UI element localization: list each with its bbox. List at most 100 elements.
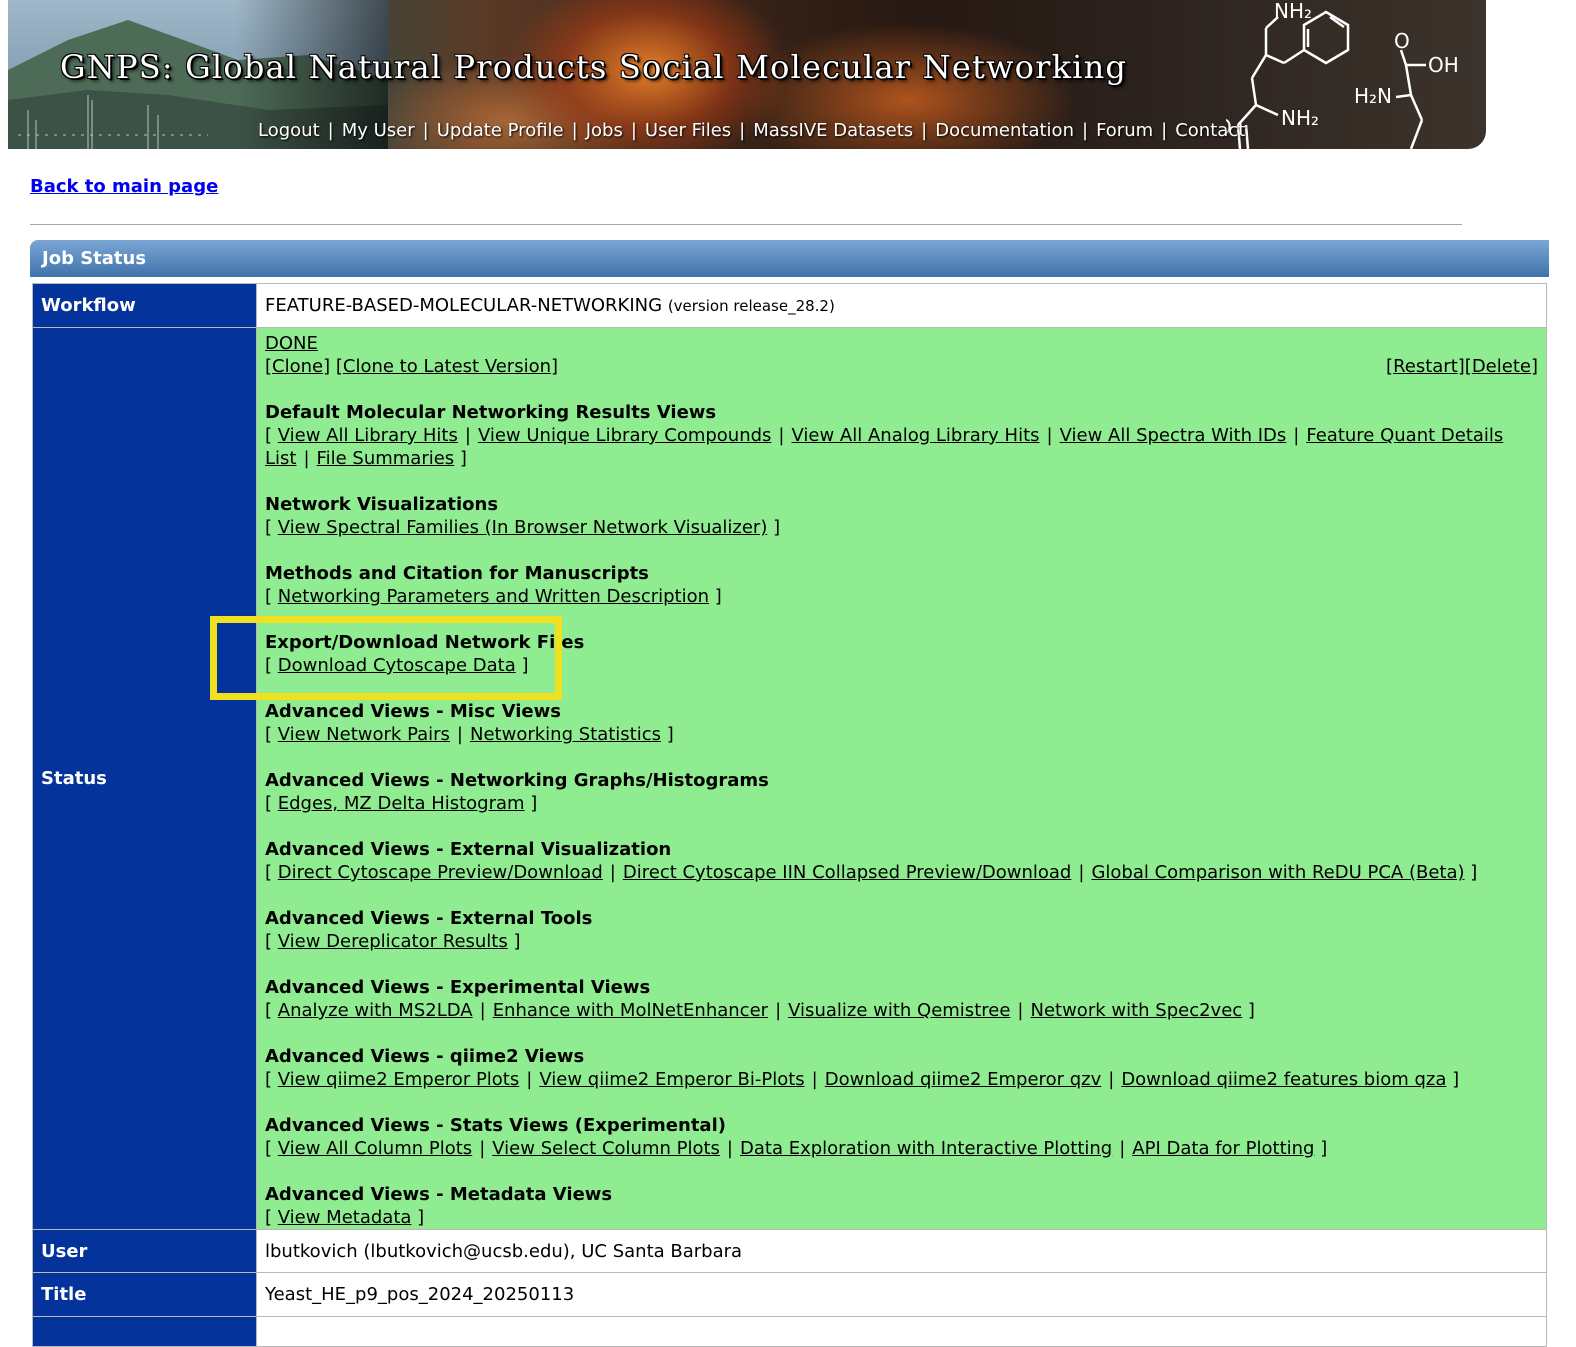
section-heading: Advanced Views - Stats Views (Experiment… xyxy=(265,1115,726,1136)
nav-my-user[interactable]: My User xyxy=(342,120,415,141)
clone-link[interactable]: Clone xyxy=(272,356,323,377)
section-link[interactable]: View qiime2 Emperor Bi-Plots xyxy=(539,1069,804,1090)
section-link[interactable]: Download qiime2 Emperor qzv xyxy=(825,1069,1101,1090)
oh-label: OH xyxy=(1428,53,1459,77)
section-heading: Advanced Views - External Visualization xyxy=(265,839,672,860)
section-link[interactable]: View Select Column Plots xyxy=(492,1138,720,1159)
section-link[interactable]: View All Library Hits xyxy=(278,425,458,446)
section-link[interactable]: View Metadata xyxy=(278,1207,412,1228)
section-link[interactable]: Enhance with MolNetEnhancer xyxy=(493,1000,768,1021)
user-row: User lbutkovich (lbutkovich@ucsb.edu), U… xyxy=(32,1229,1547,1273)
link-separator: | xyxy=(456,724,463,745)
section-link[interactable]: Global Comparison with ReDU PCA (Beta) xyxy=(1091,862,1464,883)
section-link[interactable]: View Network Pairs xyxy=(278,724,450,745)
section-link[interactable]: Download qiime2 features biom qza xyxy=(1121,1069,1446,1090)
nav-logout[interactable]: Logout xyxy=(258,120,320,141)
section-link[interactable]: Visualize with Qemistree xyxy=(788,1000,1010,1021)
clone-latest-link[interactable]: Clone to Latest Version xyxy=(343,356,551,377)
section-link[interactable]: Data Exploration with Interactive Plotti… xyxy=(740,1138,1112,1159)
nav-documentation[interactable]: Documentation xyxy=(935,120,1074,141)
done-status-link[interactable]: DONE xyxy=(265,333,318,354)
link-separator: | xyxy=(778,425,785,446)
link-separator: | xyxy=(1293,425,1300,446)
workflow-version: (version release_28.2) xyxy=(667,297,835,315)
section-link[interactable]: View All Column Plots xyxy=(278,1138,472,1159)
results-section: Default Molecular Networking Results Vie… xyxy=(265,401,1538,470)
highlight-annotation-box xyxy=(210,616,562,700)
nav-jobs[interactable]: Jobs xyxy=(586,120,623,141)
results-section: Advanced Views - Networking Graphs/Histo… xyxy=(265,769,1538,815)
results-section: Advanced Views - Metadata Views[ View Me… xyxy=(265,1183,1538,1229)
section-link[interactable]: View Dereplicator Results xyxy=(278,931,508,952)
section-links: [ View Dereplicator Results ] xyxy=(265,931,521,952)
link-separator: | xyxy=(479,1000,486,1021)
section-link[interactable]: View All Spectra With IDs xyxy=(1060,425,1287,446)
job-actions: [Restart][Delete] [Clone] [Clone to Late… xyxy=(265,356,1538,377)
nh2-label-2: NH₂ xyxy=(1281,106,1319,130)
section-link[interactable]: File Summaries xyxy=(317,448,455,469)
section-link[interactable]: Edges, MZ Delta Histogram xyxy=(278,793,525,814)
section-link[interactable]: Direct Cytoscape IIN Collapsed Preview/D… xyxy=(623,862,1071,883)
section-links: [ View Metadata ] xyxy=(265,1207,425,1228)
section-link[interactable]: View Unique Library Compounds xyxy=(478,425,771,446)
nav-separator: | xyxy=(1081,120,1089,141)
workflow-value-cell: FEATURE-BASED-MOLECULAR-NETWORKING (vers… xyxy=(256,283,1547,328)
section-link[interactable]: View Spectral Families (In Browser Netwo… xyxy=(278,517,768,538)
title-value: Yeast_HE_p9_pos_2024_20250113 xyxy=(256,1272,1547,1317)
link-separator: | xyxy=(1017,1000,1024,1021)
nav-forum[interactable]: Forum xyxy=(1096,120,1153,141)
section-link[interactable]: Analyze with MS2LDA xyxy=(278,1000,473,1021)
results-section: Advanced Views - Experimental Views[ Ana… xyxy=(265,976,1538,1022)
job-status-table: Workflow FEATURE-BASED-MOLECULAR-NETWORK… xyxy=(32,283,1547,1347)
delete-link[interactable]: Delete xyxy=(1472,356,1531,377)
title-label: Title xyxy=(32,1272,257,1317)
molecule-structure-graphic: NH₂ O OH H₂N NH₂ HO xyxy=(1226,0,1459,149)
link-separator: | xyxy=(479,1138,486,1159)
section-link[interactable]: Direct Cytoscape Preview/Download xyxy=(278,862,603,883)
nav-contact[interactable]: Contact xyxy=(1175,120,1245,141)
section-links: [ View Spectral Families (In Browser Net… xyxy=(265,517,781,538)
section-link[interactable]: View qiime2 Emperor Plots xyxy=(278,1069,520,1090)
section-heading: Advanced Views - Experimental Views xyxy=(265,977,651,998)
nav-update-profile[interactable]: Update Profile xyxy=(437,120,564,141)
nh2-label: NH₂ xyxy=(1274,0,1312,23)
section-link[interactable]: Networking Statistics xyxy=(470,724,661,745)
gnps-banner: NH₂ O OH H₂N NH₂ HO GNPS: Global Natural… xyxy=(8,0,1486,149)
section-heading: Advanced Views - Misc Views xyxy=(265,701,561,722)
section-heading: Default Molecular Networking Results Vie… xyxy=(265,402,717,423)
link-separator: | xyxy=(1078,862,1085,883)
oxygen-label: O xyxy=(1394,29,1410,53)
section-links: [ Edges, MZ Delta Histogram ] xyxy=(265,793,538,814)
nav-user-files[interactable]: User Files xyxy=(645,120,731,141)
results-section: Advanced Views - External Visualization[… xyxy=(265,838,1538,884)
workflow-row: Workflow FEATURE-BASED-MOLECULAR-NETWORK… xyxy=(32,283,1547,328)
section-heading: Advanced Views - Networking Graphs/Histo… xyxy=(265,770,769,791)
section-links: [ View qiime2 Emperor Plots | View qiime2 … xyxy=(265,1069,1460,1090)
section-link[interactable]: View All Analog Library Hits xyxy=(792,425,1040,446)
results-section: Advanced Views - Misc Views[ View Networ… xyxy=(265,700,1538,746)
restart-link[interactable]: Restart xyxy=(1393,356,1458,377)
nav-separator: | xyxy=(739,120,746,141)
job-status-header: Job Status xyxy=(30,240,1549,277)
user-value: lbutkovich (lbutkovich@ucsb.edu), UC San… xyxy=(256,1229,1547,1273)
link-separator: | xyxy=(1119,1138,1126,1159)
results-section: Advanced Views - qiime2 Views[ View qiim… xyxy=(265,1045,1538,1091)
back-to-main-link[interactable]: Back to main page xyxy=(30,176,218,197)
section-heading: Advanced Views - qiime2 Views xyxy=(265,1046,585,1067)
section-links: [ Direct Cytoscape Preview/Download | Dire… xyxy=(265,862,1478,883)
link-separator: | xyxy=(1108,1069,1115,1090)
section-links: [ View All Column Plots | View Select Colu… xyxy=(265,1138,1328,1159)
status-row: Status DONE [Restart][Delete] [Clone] [C… xyxy=(32,327,1547,1230)
link-separator: | xyxy=(609,862,616,883)
results-section: Advanced Views - Stats Views (Experiment… xyxy=(265,1114,1538,1160)
link-separator: | xyxy=(811,1069,818,1090)
nav-massive-datasets[interactable]: MassIVE Datasets xyxy=(753,120,913,141)
section-link[interactable]: API Data for Plotting xyxy=(1132,1138,1314,1159)
status-label: Status xyxy=(32,327,257,1230)
section-heading: Methods and Citation for Manuscripts xyxy=(265,563,649,584)
link-separator: | xyxy=(726,1138,733,1159)
nav-separator: | xyxy=(630,120,637,141)
section-link[interactable]: Network with Spec2vec xyxy=(1030,1000,1242,1021)
section-link[interactable]: Networking Parameters and Written Descri… xyxy=(278,586,709,607)
link-separator: | xyxy=(464,425,471,446)
